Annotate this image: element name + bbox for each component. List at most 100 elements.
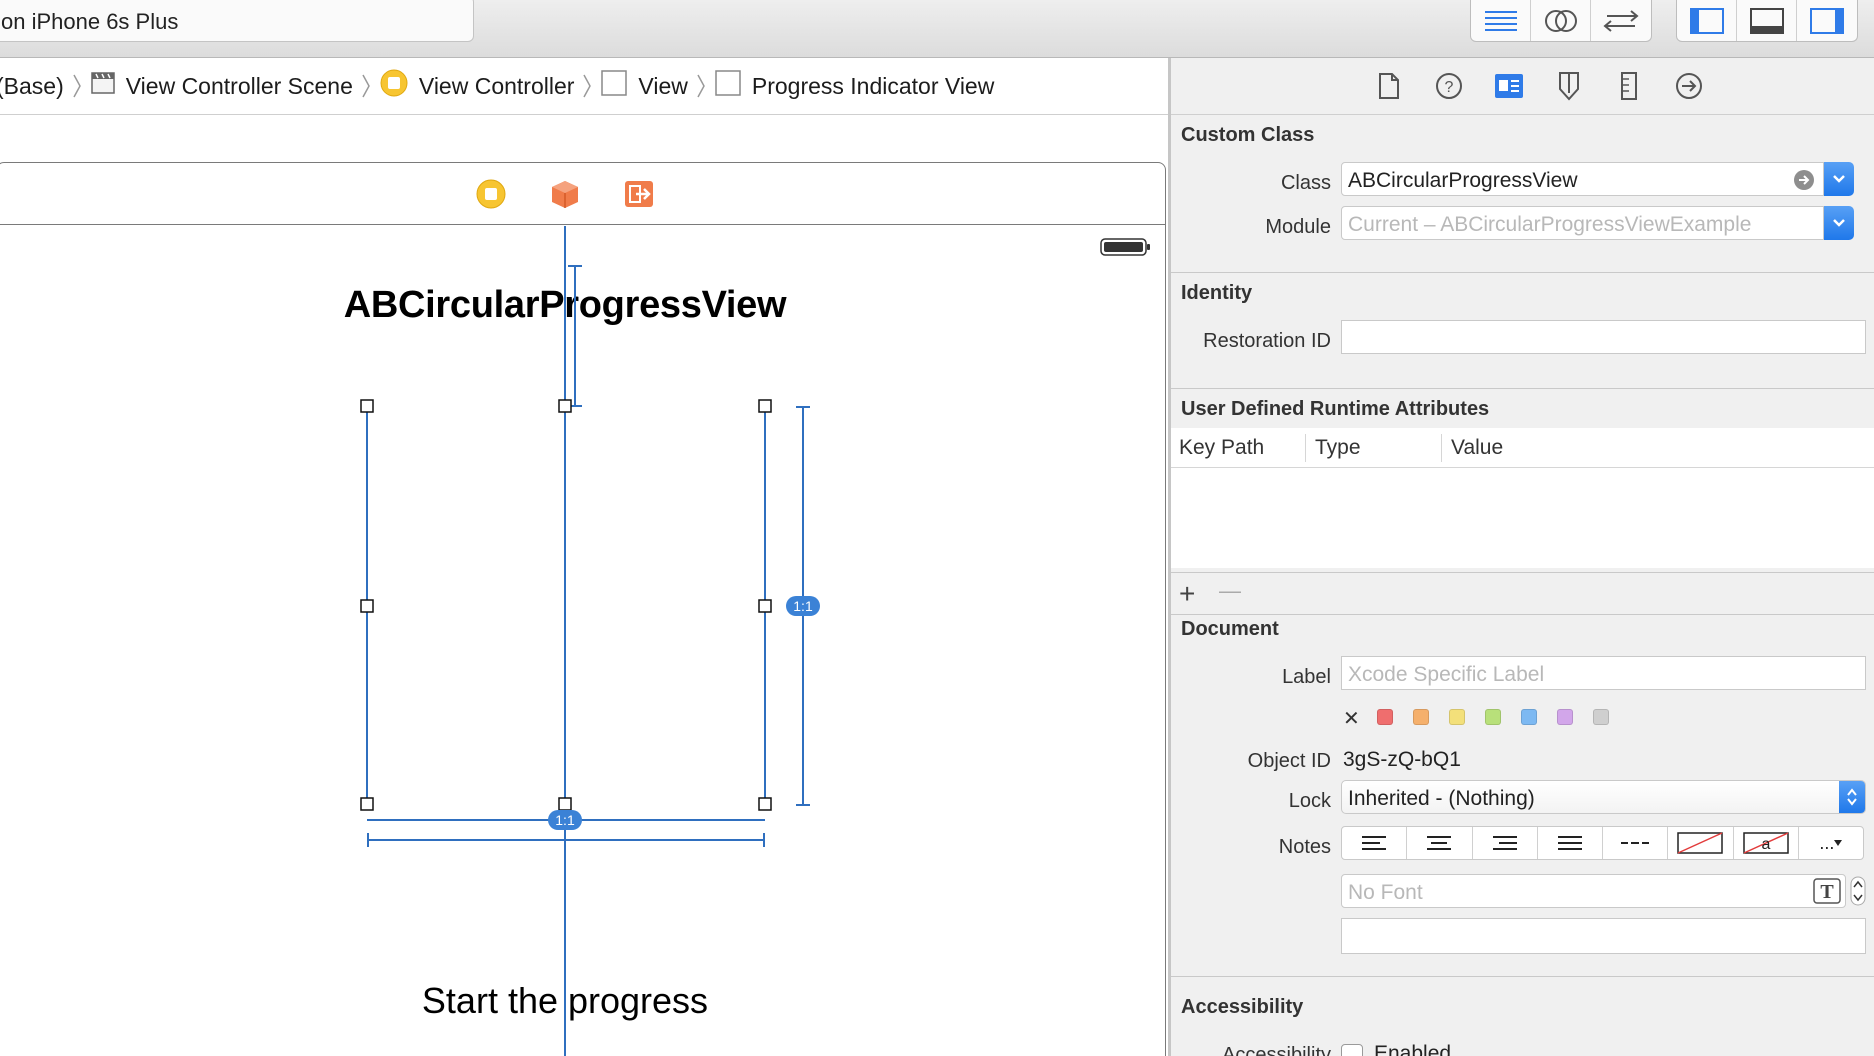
label-color-purple[interactable] <box>1557 709 1573 725</box>
scene-dock <box>0 163 1165 225</box>
label-color-yellow[interactable] <box>1449 709 1465 725</box>
connections-inspector-icon[interactable] <box>1671 68 1707 104</box>
object-id-value: 3gS-zQ-bQ1 <box>1343 748 1461 771</box>
more-options-label: ... <box>1819 832 1835 853</box>
module-field[interactable]: Current – ABCircularProgressViewExample <box>1341 206 1824 240</box>
font-size-stepper[interactable] <box>1850 876 1866 911</box>
size-inspector-icon[interactable] <box>1611 68 1647 104</box>
label-color-gray[interactable] <box>1593 709 1609 725</box>
breadcrumb-progress-indicator-view[interactable]: Progress Indicator View <box>714 69 994 103</box>
svg-text:T: T <box>1820 881 1834 903</box>
file-inspector-icon[interactable] <box>1371 68 1407 104</box>
clear-label-color-button[interactable]: ✕ <box>1343 706 1360 731</box>
breadcrumb-label: View Controller <box>418 72 575 99</box>
align-left-icon[interactable] <box>1342 827 1408 859</box>
lock-popup[interactable]: Inherited - (Nothing) <box>1341 780 1866 814</box>
identity-section-title: Identity <box>1181 282 1253 304</box>
section-divider <box>1171 388 1874 389</box>
custom-class-section-title: Custom Class <box>1181 124 1315 146</box>
quick-help-icon[interactable]: ? <box>1431 68 1467 104</box>
standard-editor-icon[interactable] <box>1471 0 1531 41</box>
section-divider <box>1171 272 1874 273</box>
more-options-button[interactable]: ... <box>1799 827 1863 859</box>
text-color-none-icon[interactable] <box>1668 827 1734 859</box>
lock-value: Inherited - (Nothing) <box>1348 787 1535 810</box>
section-divider <box>1171 976 1874 977</box>
attributes-inspector-icon[interactable] <box>1551 68 1587 104</box>
module-dropdown-button[interactable] <box>1824 206 1854 240</box>
lock-label: Lock <box>1288 790 1331 812</box>
module-placeholder: Current – ABCircularProgressViewExample <box>1348 213 1752 236</box>
view-controller-icon[interactable] <box>475 178 507 210</box>
font-placeholder: No Font <box>1348 881 1423 904</box>
label-color-blue[interactable] <box>1521 709 1537 725</box>
notes-text-area[interactable] <box>1341 918 1866 954</box>
storyboard-canvas[interactable] <box>0 116 1170 1056</box>
xcode-label-placeholder: Xcode Specific Label <box>1348 663 1545 686</box>
breadcrumb-view-controller-scene[interactable]: View Controller Scene <box>90 70 353 102</box>
background-color-icon[interactable]: a <box>1734 827 1799 859</box>
exit-icon[interactable] <box>623 178 655 210</box>
label-color-orange[interactable] <box>1413 709 1429 725</box>
label-color-green[interactable] <box>1485 709 1501 725</box>
object-id-label: Object ID <box>1247 750 1331 772</box>
accessibility-enabled-checkbox[interactable] <box>1341 1044 1363 1056</box>
scene-icon <box>90 70 116 102</box>
breadcrumb-view[interactable]: View <box>600 69 688 103</box>
column-type[interactable]: Type <box>1315 436 1361 460</box>
identity-inspector-icon[interactable] <box>1491 68 1527 104</box>
column-separator <box>1305 434 1306 462</box>
text-sample-glyph: a <box>1761 836 1770 853</box>
notes-format-bar: a ... <box>1341 826 1864 860</box>
jump-bar: (Base) View Controller Scene View Contro… <box>0 58 1170 115</box>
view-icon <box>714 69 742 103</box>
align-center-icon[interactable] <box>1407 827 1473 859</box>
align-right-icon[interactable] <box>1473 827 1538 859</box>
chevron-right-icon <box>361 73 371 99</box>
start-progress-button[interactable]: Start the progress <box>380 980 750 1022</box>
first-responder-icon[interactable] <box>549 178 581 210</box>
view-icon <box>600 69 628 103</box>
accessibility-enabled-label[interactable]: Enabled <box>1374 1042 1451 1056</box>
document-section-title: Document <box>1181 618 1279 640</box>
runtime-attributes-section-title: User Defined Runtime Attributes <box>1181 398 1490 420</box>
view-controller-icon <box>379 68 409 104</box>
class-dropdown-button[interactable] <box>1824 162 1854 196</box>
version-editor-icon[interactable] <box>1591 0 1651 41</box>
align-natural-icon[interactable] <box>1603 827 1669 859</box>
go-to-class-arrow-icon[interactable] <box>1793 169 1815 195</box>
assistant-editor-icon[interactable] <box>1531 0 1591 41</box>
breadcrumb-base[interactable]: (Base) <box>0 73 64 100</box>
align-justify-icon[interactable] <box>1538 827 1603 859</box>
document-label-label: Label <box>1282 666 1331 688</box>
runtime-attributes-table-header: Key Path Type Value <box>1171 428 1874 468</box>
restoration-id-field[interactable] <box>1341 320 1866 354</box>
view-toggle-segment <box>1676 0 1858 42</box>
label-color-red[interactable] <box>1377 709 1393 725</box>
class-label: Class <box>1280 172 1331 194</box>
breadcrumb-label: (Base) <box>0 72 64 99</box>
column-key-path[interactable]: Key Path <box>1179 436 1264 460</box>
notes-font-field[interactable]: No Font T <box>1341 874 1846 908</box>
breadcrumb-view-controller[interactable]: View Controller <box>379 68 575 104</box>
accessibility-section-title: Accessibility <box>1181 996 1304 1018</box>
runtime-attributes-table[interactable] <box>1171 468 1874 568</box>
remove-attribute-button[interactable]: — <box>1219 578 1241 604</box>
chevron-right-icon <box>696 73 706 99</box>
accessibility-row-label: Accessibility <box>1222 1044 1331 1056</box>
class-field[interactable]: ABCircularProgressView <box>1341 162 1824 196</box>
xcode-label-field[interactable]: Xcode Specific Label <box>1341 656 1866 690</box>
notes-label: Notes <box>1278 836 1331 858</box>
font-picker-icon[interactable]: T <box>1813 878 1841 907</box>
debug-area-toggle-icon[interactable] <box>1737 0 1797 41</box>
column-value[interactable]: Value <box>1451 436 1503 460</box>
add-attribute-button[interactable]: + <box>1179 578 1195 610</box>
navigator-toggle-icon[interactable] <box>1677 0 1737 41</box>
column-separator <box>1441 434 1442 462</box>
xcode-window: on iPhone 6s Plus (Base) View Controller… <box>0 0 1874 1056</box>
scene-title-label[interactable]: ABCircularProgressView <box>330 284 800 327</box>
breadcrumb-label: View <box>638 72 688 99</box>
utilities-toggle-icon[interactable] <box>1797 0 1857 41</box>
inspector-tab-bar: ? <box>1171 58 1874 115</box>
scheme-selector[interactable]: on iPhone 6s Plus <box>0 0 474 42</box>
